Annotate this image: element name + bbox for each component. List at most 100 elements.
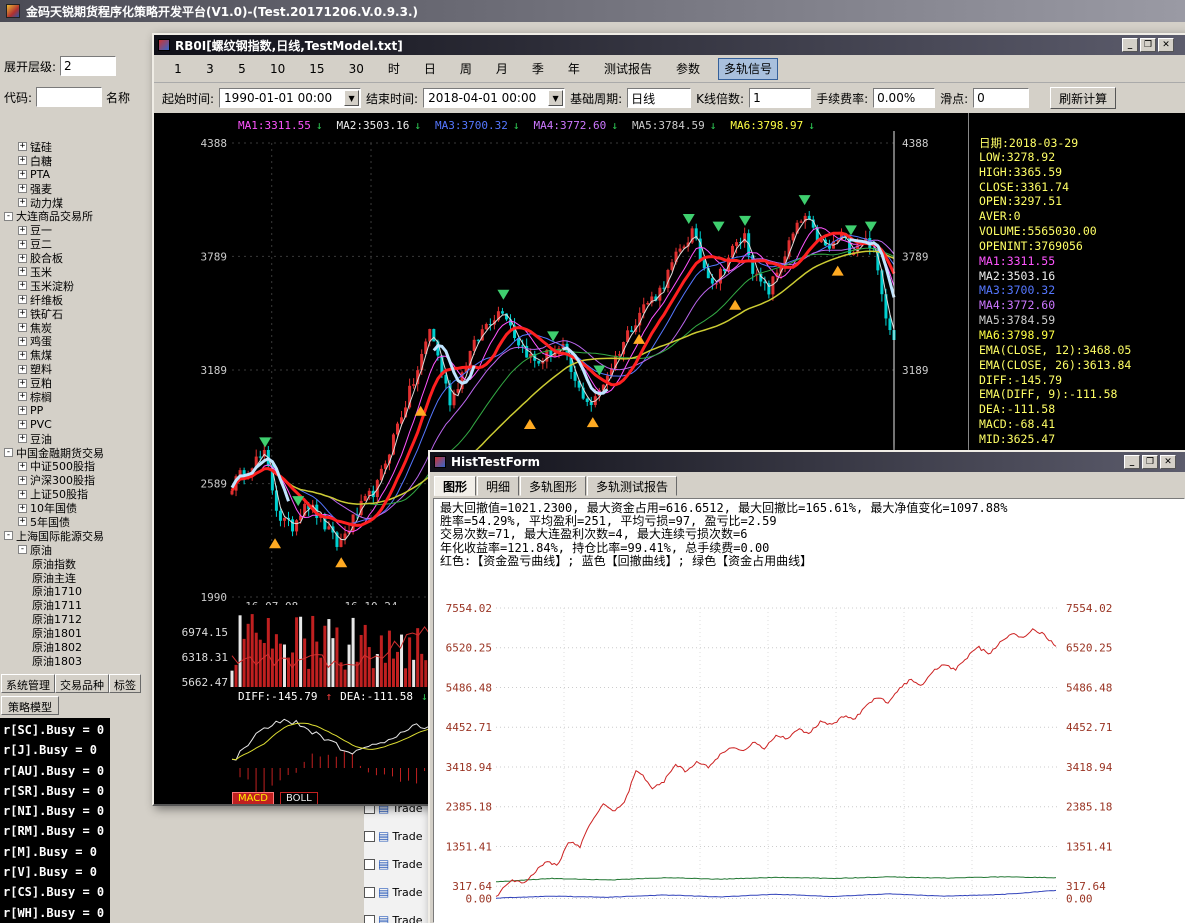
- tree-expand-icon[interactable]: +: [18, 462, 27, 471]
- trade-list-item[interactable]: ▤Trade: [364, 850, 428, 878]
- tree-item[interactable]: +沪深300股指: [0, 473, 152, 487]
- left-panel-tab[interactable]: 交易品种: [55, 674, 109, 693]
- hist-tab[interactable]: 多轨测试报告: [587, 476, 677, 496]
- tree-expand-icon[interactable]: +: [18, 490, 27, 499]
- hist-titlebar[interactable]: HistTestForm _ ❐ ✕: [430, 452, 1185, 472]
- toolbar-button[interactable]: 月: [490, 58, 514, 80]
- toolbar-button[interactable]: 10: [264, 58, 291, 80]
- toolbar-button[interactable]: 5: [232, 58, 252, 80]
- slippage-input[interactable]: [973, 88, 1029, 108]
- tree-item[interactable]: +豆二: [0, 237, 152, 251]
- tree-expand-icon[interactable]: +: [18, 379, 27, 388]
- macd-button[interactable]: MACD: [232, 792, 274, 804]
- tree-expand-icon[interactable]: +: [18, 309, 27, 318]
- tree-item[interactable]: +PVC: [0, 418, 152, 432]
- tree-item[interactable]: -上海国际能源交易: [0, 529, 152, 543]
- tree-item[interactable]: +PTA: [0, 168, 152, 182]
- tree-collapse-icon[interactable]: -: [18, 545, 27, 554]
- tree-item[interactable]: 原油1802: [0, 640, 152, 654]
- tree-item[interactable]: +塑料: [0, 362, 152, 376]
- rb-restore-button[interactable]: ❐: [1140, 38, 1156, 52]
- tree-expand-icon[interactable]: +: [18, 406, 27, 415]
- tree-item[interactable]: +PP: [0, 404, 152, 418]
- trade-list-item[interactable]: ▤Trade: [364, 878, 428, 906]
- tree-collapse-icon[interactable]: -: [4, 531, 13, 540]
- hist-tab[interactable]: 图形: [434, 476, 476, 496]
- tree-item[interactable]: +鸡蛋: [0, 334, 152, 348]
- tree-item[interactable]: +10年国债: [0, 501, 152, 515]
- tree-item[interactable]: +焦炭: [0, 321, 152, 335]
- end-time-select[interactable]: 2018-04-01 00:00 ▼: [423, 88, 565, 108]
- tree-item[interactable]: -中国金融期货交易: [0, 446, 152, 460]
- toolbar-button[interactable]: 时: [382, 58, 406, 80]
- expand-level-input[interactable]: [60, 56, 116, 76]
- dropdown-arrow-icon[interactable]: ▼: [548, 90, 563, 106]
- trade-list-item[interactable]: ▤Trade: [364, 906, 428, 923]
- tree-expand-icon[interactable]: +: [18, 420, 27, 429]
- tree-expand-icon[interactable]: +: [18, 170, 27, 179]
- tree-item[interactable]: 原油1712: [0, 612, 152, 626]
- tree-item[interactable]: 原油1710: [0, 585, 152, 599]
- checkbox-icon[interactable]: [364, 887, 375, 898]
- tree-expand-icon[interactable]: +: [18, 254, 27, 263]
- tree-item[interactable]: +中证500股指: [0, 459, 152, 473]
- tree-item[interactable]: +玉米: [0, 265, 152, 279]
- tree-expand-icon[interactable]: +: [18, 142, 27, 151]
- checkbox-icon[interactable]: [364, 831, 375, 842]
- toolbar-button[interactable]: 多轨信号: [718, 58, 778, 80]
- boll-button[interactable]: BOLL: [280, 792, 318, 804]
- tree-expand-icon[interactable]: +: [18, 434, 27, 443]
- toolbar-button[interactable]: 测试报告: [598, 58, 658, 80]
- tree-expand-icon[interactable]: +: [18, 156, 27, 165]
- tree-expand-icon[interactable]: +: [18, 295, 27, 304]
- tree-expand-icon[interactable]: +: [18, 392, 27, 401]
- tree-item[interactable]: +玉米淀粉: [0, 279, 152, 293]
- rb-close-button[interactable]: ✕: [1158, 38, 1174, 52]
- k-multiple-input[interactable]: [749, 88, 811, 108]
- tree-expand-icon[interactable]: +: [18, 337, 27, 346]
- code-input[interactable]: [36, 87, 102, 107]
- tree-expand-icon[interactable]: +: [18, 281, 27, 290]
- tree-item[interactable]: 原油主连: [0, 571, 152, 585]
- trade-list-item[interactable]: ▤Trade: [364, 822, 428, 850]
- fee-rate-input[interactable]: [873, 88, 935, 108]
- tree-expand-icon[interactable]: +: [18, 517, 27, 526]
- start-time-select[interactable]: 1990-01-01 00:00 ▼: [219, 88, 361, 108]
- tree-expand-icon[interactable]: +: [18, 226, 27, 235]
- tree-item[interactable]: +锰硅: [0, 140, 152, 154]
- checkbox-icon[interactable]: [364, 915, 375, 923]
- tree-item[interactable]: -原油: [0, 543, 152, 557]
- toolbar-button[interactable]: 3: [200, 58, 220, 80]
- tree-item[interactable]: 原油指数: [0, 557, 152, 571]
- tree-item[interactable]: 原油1801: [0, 626, 152, 640]
- tab-strategy-model[interactable]: 策略模型: [1, 696, 59, 715]
- tree-expand-icon[interactable]: +: [18, 198, 27, 207]
- hist-tab[interactable]: 明细: [477, 476, 519, 496]
- tree-collapse-icon[interactable]: -: [4, 212, 13, 221]
- toolbar-button[interactable]: 周: [454, 58, 478, 80]
- tree-item[interactable]: +棕榈: [0, 390, 152, 404]
- tree-expand-icon[interactable]: +: [18, 240, 27, 249]
- tree-expand-icon[interactable]: +: [18, 476, 27, 485]
- hist-close-button[interactable]: ✕: [1160, 455, 1176, 469]
- toolbar-button[interactable]: 日: [418, 58, 442, 80]
- left-panel-tab[interactable]: 标签: [109, 674, 141, 693]
- tree-expand-icon[interactable]: +: [18, 504, 27, 513]
- tree-item[interactable]: 原油1711: [0, 598, 152, 612]
- toolbar-button[interactable]: 年: [562, 58, 586, 80]
- hist-chart[interactable]: 7554.027554.026520.256520.255486.485486.…: [434, 570, 1182, 923]
- hist-tab[interactable]: 多轨图形: [520, 476, 586, 496]
- rb-minimize-button[interactable]: _: [1122, 38, 1138, 52]
- checkbox-icon[interactable]: [364, 859, 375, 870]
- refresh-button[interactable]: 刷新计算: [1050, 87, 1116, 109]
- hist-minimize-button[interactable]: _: [1124, 455, 1140, 469]
- tree-expand-icon[interactable]: +: [18, 267, 27, 276]
- rb-titlebar[interactable]: RB0I[螺纹钢指数,日线,TestModel.txt] _ ❐ ✕: [154, 35, 1185, 55]
- tree-item[interactable]: +纤维板: [0, 293, 152, 307]
- toolbar-button[interactable]: 15: [303, 58, 330, 80]
- tree-item[interactable]: -大连商品交易所: [0, 209, 152, 223]
- left-panel-tab[interactable]: 系统管理: [1, 674, 55, 693]
- tree-item[interactable]: +上证50股指: [0, 487, 152, 501]
- tree-item[interactable]: +强麦: [0, 182, 152, 196]
- tree-expand-icon[interactable]: +: [18, 365, 27, 374]
